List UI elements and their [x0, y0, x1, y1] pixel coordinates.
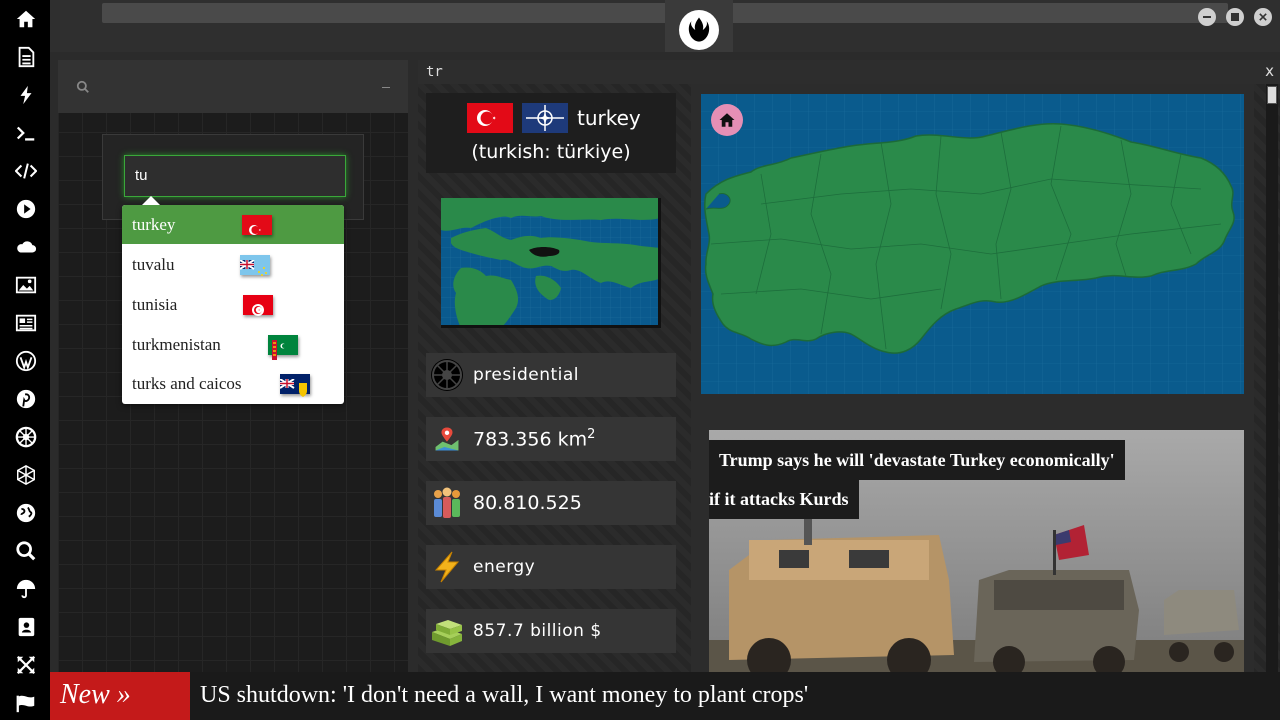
expand-icon[interactable]	[12, 651, 40, 679]
suggestion-dropdown: turkey tuvalu tunisia turkmenistan turks…	[122, 196, 344, 404]
dropdown-caret	[142, 196, 160, 205]
suggestion-label: tuvalu	[132, 255, 175, 274]
scrollbar-thumb[interactable]	[1267, 86, 1277, 104]
country-panel: tr x turkey (turkish: türkiye) president…	[418, 60, 1280, 672]
country-title-card: turkey (turkish: türkiye)	[426, 93, 676, 173]
money-icon	[430, 614, 464, 648]
area-unit-sup: 2	[587, 427, 596, 443]
government-type: presidential	[473, 365, 579, 385]
suggestion-item[interactable]: tunisia	[122, 285, 344, 324]
area-row: 783.356 km2	[426, 417, 676, 461]
empire-icon	[430, 358, 464, 392]
document-icon[interactable]	[12, 43, 40, 71]
home-icon[interactable]	[12, 5, 40, 33]
suggestion-label: turkmenistan	[132, 335, 221, 354]
country-panel-body: turkey (turkish: türkiye) presidential 7…	[418, 84, 1280, 672]
suggestion-item[interactable]: turkey	[122, 205, 344, 244]
search-icon[interactable]	[12, 537, 40, 565]
country-area: 783.356 km2	[473, 427, 595, 450]
search-panel-header	[58, 60, 408, 113]
news-headline-cont[interactable]: if it attacks Kurds	[709, 479, 859, 519]
flag-icon[interactable]	[12, 689, 40, 717]
suggestion-label: tunisia	[132, 295, 178, 314]
minimize-button[interactable]	[1198, 8, 1216, 26]
tunisia-flag	[243, 295, 273, 316]
news-card[interactable]: Trump says he will 'devastate Turkey eco…	[709, 430, 1244, 672]
rebel-alliance-logo	[679, 10, 719, 50]
pinterest-icon[interactable]	[12, 385, 40, 413]
wordpress-icon[interactable]	[12, 347, 40, 375]
gdp-row: 857.7 billion $	[426, 609, 676, 653]
code-icon[interactable]	[12, 157, 40, 185]
app-root: tu turkey tuvalu tunisia turkmenistan tu…	[0, 0, 1280, 720]
top-bar	[50, 0, 1280, 52]
news-headline[interactable]: Trump says he will 'devastate Turkey eco…	[709, 440, 1125, 480]
ticker-message[interactable]: US shutdown: 'I don't need a wall, I wan…	[200, 672, 808, 720]
play-icon[interactable]	[12, 195, 40, 223]
suggestion-label: turks and caicos	[132, 374, 242, 393]
tuvalu-flag	[239, 255, 270, 276]
suggestion-label: turkey	[132, 215, 176, 234]
search-icon	[76, 80, 89, 93]
turkey-flag	[467, 103, 513, 133]
area-value: 783.356 km	[473, 428, 588, 451]
population-row: 80.810.525	[426, 481, 676, 525]
empire-icon[interactable]	[12, 423, 40, 451]
maximize-button[interactable]	[1226, 8, 1244, 26]
country-panel-header: tr x	[418, 60, 1280, 84]
logo-tab[interactable]	[665, 0, 733, 52]
lightning-icon[interactable]	[12, 81, 40, 109]
collapse-button[interactable]	[382, 87, 390, 88]
search-panel: tu turkey tuvalu tunisia turkmenistan tu…	[58, 60, 408, 672]
world-icon[interactable]	[12, 499, 40, 527]
country-name: turkey	[577, 106, 641, 130]
cloud-icon[interactable]	[12, 233, 40, 261]
country-map[interactable]	[701, 94, 1244, 394]
main-resource: energy	[473, 557, 536, 577]
newspaper-icon[interactable]	[12, 309, 40, 337]
suggestion-item[interactable]: turkmenistan	[122, 325, 344, 364]
turks-caicos-flag	[279, 374, 310, 397]
ticker-label: New »	[50, 672, 190, 720]
close-button[interactable]	[1254, 8, 1272, 26]
globe-wire-icon[interactable]	[12, 461, 40, 489]
terminal-icon[interactable]	[12, 119, 40, 147]
suggestion-item[interactable]: tuvalu	[122, 245, 344, 284]
image-icon[interactable]	[12, 271, 40, 299]
lightning-icon	[430, 550, 464, 584]
population-icon	[430, 486, 464, 520]
turkey-flag	[242, 215, 272, 235]
contacts-icon[interactable]	[12, 613, 40, 641]
government-row: presidential	[426, 353, 676, 397]
news-ticker: New » US shutdown: 'I don't need a wall,…	[50, 672, 1280, 720]
umbrella-icon[interactable]	[12, 575, 40, 603]
world-locator-map[interactable]	[441, 198, 661, 328]
country-native-name: (turkish: türkiye)	[471, 141, 631, 163]
icon-sidebar	[0, 0, 50, 720]
country-code: tr	[426, 64, 443, 80]
map-pin-icon	[430, 422, 464, 456]
turkmenistan-flag	[268, 335, 298, 360]
country-population: 80.810.525	[473, 492, 582, 514]
country-gdp: 857.7 billion $	[473, 621, 602, 641]
scrollbar[interactable]	[1266, 84, 1278, 672]
suggestion-item[interactable]: turks and caicos	[122, 364, 344, 403]
close-panel-button[interactable]: x	[1265, 62, 1274, 80]
map-home-button[interactable]	[711, 104, 743, 136]
nato-flag	[522, 103, 568, 133]
resource-row: energy	[426, 545, 676, 589]
country-search-input[interactable]: tu	[124, 155, 346, 197]
